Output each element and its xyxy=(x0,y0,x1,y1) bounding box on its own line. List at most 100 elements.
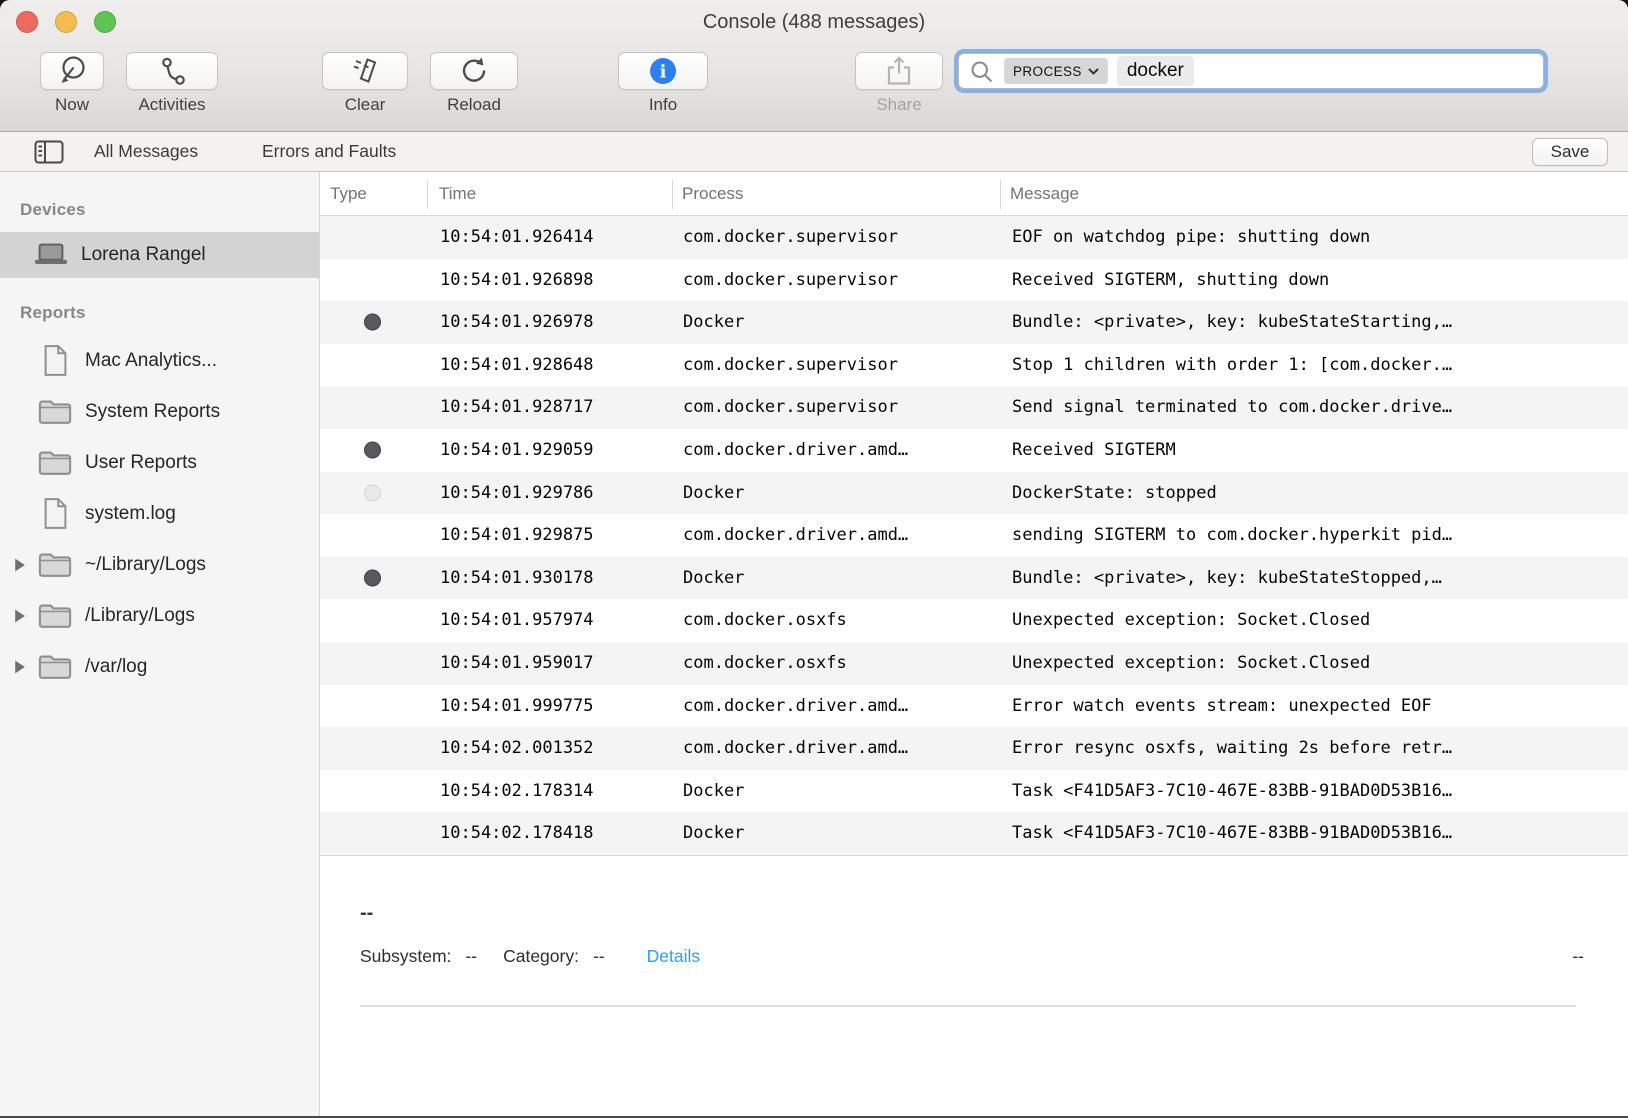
log-message: Unexpected exception: Socket.Closed xyxy=(1012,599,1370,642)
clear-button[interactable] xyxy=(322,52,408,90)
search-field[interactable]: PROCESS docker xyxy=(958,53,1544,89)
chevron-down-icon xyxy=(1088,68,1099,75)
sidebar-item-report[interactable]: /var/log xyxy=(0,641,319,692)
devices-list: Lorena Rangel xyxy=(0,232,319,278)
detail-subsystem-label: Subsystem: xyxy=(360,946,451,966)
column-divider xyxy=(672,180,673,209)
log-message: Bundle: <private>, key: kubeStateStopped… xyxy=(1012,557,1442,600)
table-row[interactable]: 10:54:02.001352 com.docker.driver.amd… E… xyxy=(320,727,1628,770)
folder-icon xyxy=(36,446,74,480)
scope-all-messages[interactable]: All Messages xyxy=(94,132,198,171)
sidebar-item-label: User Reports xyxy=(85,452,197,474)
sidebar-item-device[interactable]: Lorena Rangel xyxy=(0,232,319,278)
log-process: com.docker.supervisor xyxy=(683,386,898,429)
log-time: 10:54:01.926898 xyxy=(440,259,594,302)
sidebar-item-label: ~/Library/Logs xyxy=(85,554,206,576)
sidebar-item-report[interactable]: /Library/Logs xyxy=(0,590,319,641)
sidebar-devices-header: Devices xyxy=(0,188,319,232)
folder-icon xyxy=(36,548,74,582)
reload-icon xyxy=(456,53,492,89)
table-row[interactable]: 10:54:01.926978 Docker Bundle: <private>… xyxy=(320,301,1628,344)
table-row[interactable]: 10:54:01.928648 com.docker.supervisor St… xyxy=(320,344,1628,387)
log-table-body: 10:54:01.926414 com.docker.supervisor EO… xyxy=(320,216,1628,856)
activities-icon xyxy=(154,53,190,89)
log-time: 10:54:01.929059 xyxy=(440,429,594,472)
laptop-icon xyxy=(32,238,70,272)
log-process: com.docker.driver.amd… xyxy=(683,429,908,472)
log-process: com.docker.osxfs xyxy=(683,642,847,685)
log-process: Docker xyxy=(683,812,744,855)
table-row[interactable]: 10:54:01.957974 com.docker.osxfs Unexpec… xyxy=(320,599,1628,642)
log-message: Error watch events stream: unexpected EO… xyxy=(1012,685,1432,728)
disclosure-triangle-icon[interactable] xyxy=(13,557,26,572)
search-query-token[interactable]: docker xyxy=(1117,56,1194,86)
now-button[interactable] xyxy=(40,52,104,90)
detail-subsystem-value: -- xyxy=(465,946,477,966)
share-icon xyxy=(881,53,917,89)
clear-icon xyxy=(347,53,383,89)
log-time: 10:54:01.929786 xyxy=(440,472,594,515)
table-row[interactable]: 10:54:01.926414 com.docker.supervisor EO… xyxy=(320,216,1628,259)
log-time: 10:54:01.957974 xyxy=(440,599,594,642)
scope-errors-and-faults[interactable]: Errors and Faults xyxy=(262,132,396,171)
table-row[interactable]: 10:54:01.959017 com.docker.osxfs Unexpec… xyxy=(320,642,1628,685)
reload-button[interactable] xyxy=(430,52,518,90)
detail-meta: Subsystem:--Category:--Details xyxy=(360,946,700,967)
log-type-dot-icon xyxy=(364,484,381,501)
reports-list: Mac Analytics... System Reports User R xyxy=(0,335,319,692)
reload-label: Reload xyxy=(430,95,518,115)
disclosure-triangle-icon[interactable] xyxy=(13,659,26,674)
sidebar-item-label: /var/log xyxy=(85,656,147,678)
table-header: Type Time Process Message xyxy=(320,172,1628,216)
column-header-time: Time xyxy=(439,172,476,216)
sidebar: Devices Lorena Rangel Reports Mac Analyt… xyxy=(0,172,320,1118)
activities-button[interactable] xyxy=(126,52,218,90)
log-time: 10:54:01.999775 xyxy=(440,685,594,728)
table-row[interactable]: 10:54:01.929059 com.docker.driver.amd… R… xyxy=(320,429,1628,472)
svg-text:i: i xyxy=(660,62,667,83)
table-row[interactable]: 10:54:01.928717 com.docker.supervisor Se… xyxy=(320,386,1628,429)
now-icon xyxy=(54,53,90,89)
log-process: Docker xyxy=(683,557,744,600)
table-row[interactable]: 10:54:01.926898 com.docker.supervisor Re… xyxy=(320,259,1628,302)
table-row[interactable]: 10:54:01.930178 Docker Bundle: <private>… xyxy=(320,557,1628,600)
log-time: 10:54:02.001352 xyxy=(440,727,594,770)
log-time: 10:54:01.928648 xyxy=(440,344,594,387)
log-message: DockerState: stopped xyxy=(1012,472,1217,515)
clear-label: Clear xyxy=(322,95,408,115)
search-filter-token[interactable]: PROCESS xyxy=(1004,58,1108,84)
sidebar-item-label: system.log xyxy=(85,503,176,525)
log-process: com.docker.supervisor xyxy=(683,259,898,302)
log-process: com.docker.driver.amd… xyxy=(683,727,908,770)
sidebar-item-report[interactable]: Mac Analytics... xyxy=(0,335,319,386)
log-message: Error resync osxfs, waiting 2s before re… xyxy=(1012,727,1452,770)
table-row[interactable]: 10:54:02.178418 Docker Task <F41D5AF3-7C… xyxy=(320,812,1628,855)
log-process: com.docker.driver.amd… xyxy=(683,514,908,557)
save-button[interactable]: Save xyxy=(1532,138,1608,166)
info-button[interactable]: i xyxy=(618,52,708,90)
disclosure-triangle-icon[interactable] xyxy=(13,608,26,623)
log-time: 10:54:01.929875 xyxy=(440,514,594,557)
share-button[interactable] xyxy=(855,52,943,90)
table-row[interactable]: 10:54:01.999775 com.docker.driver.amd… E… xyxy=(320,685,1628,728)
sidebar-toggle-button[interactable] xyxy=(34,140,64,164)
detail-divider xyxy=(360,1005,1576,1007)
console-window: Console (488 messages) Now xyxy=(0,0,1628,1118)
sidebar-item-report[interactable]: System Reports xyxy=(0,386,319,437)
sidebar-item-report[interactable]: system.log xyxy=(0,488,319,539)
sidebar-item-label: Lorena Rangel xyxy=(81,244,206,266)
info-icon: i xyxy=(646,54,680,88)
table-row[interactable]: 10:54:01.929786 Docker DockerState: stop… xyxy=(320,472,1628,515)
detail-right-value: -- xyxy=(1572,946,1584,967)
log-type-dot-icon xyxy=(364,442,381,459)
folder-icon xyxy=(36,395,74,429)
sidebar-item-report[interactable]: ~/Library/Logs xyxy=(0,539,319,590)
sidebar-item-report[interactable]: User Reports xyxy=(0,437,319,488)
log-time: 10:54:01.928717 xyxy=(440,386,594,429)
log-time: 10:54:01.959017 xyxy=(440,642,594,685)
details-link[interactable]: Details xyxy=(647,946,701,966)
log-message: Received SIGTERM, shutting down xyxy=(1012,259,1329,302)
table-row[interactable]: 10:54:02.178314 Docker Task <F41D5AF3-7C… xyxy=(320,770,1628,813)
table-row[interactable]: 10:54:01.929875 com.docker.driver.amd… s… xyxy=(320,514,1628,557)
detail-category-value: -- xyxy=(593,946,605,966)
